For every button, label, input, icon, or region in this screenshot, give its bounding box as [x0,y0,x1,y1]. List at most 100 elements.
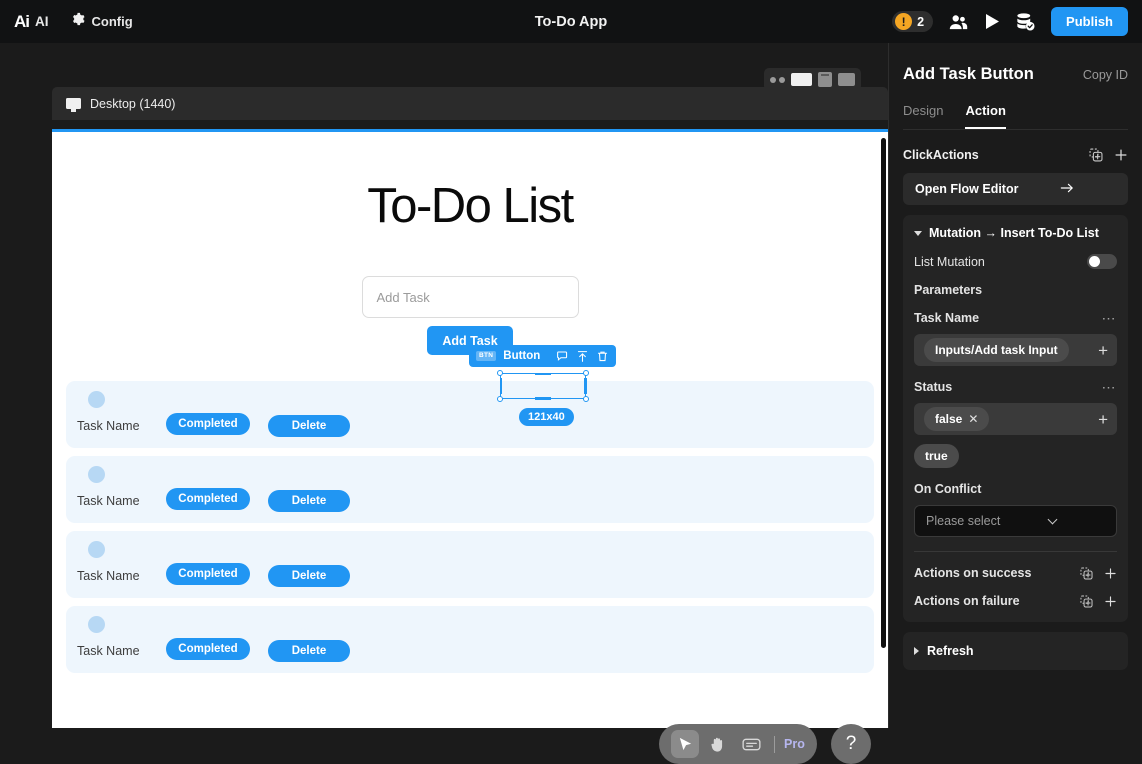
warning-count: 2 [917,14,925,29]
copy-id-button[interactable]: Copy ID [1083,68,1128,82]
resize-edge-top[interactable] [535,372,551,375]
topbar-left-group: Ai AI Config [0,12,133,32]
page-title: To-Do List [367,179,574,233]
resize-handle-bottom-left[interactable] [497,396,503,402]
phone-icon[interactable] [838,73,855,86]
task-name-row: Task Name ⋯ [914,311,1117,325]
status-field[interactable]: false ✕ + [914,403,1117,435]
avatar [88,616,105,633]
mutation-header[interactable]: Mutation → Insert To-Do List [914,226,1117,240]
dots-icon[interactable] [770,76,785,83]
desktop-icon[interactable] [791,73,812,86]
status-suggestion-chip[interactable]: true [914,444,959,468]
task-name-add-icon[interactable]: + [1098,342,1108,359]
arrow-up-icon[interactable] [576,350,589,363]
bottom-toolbar: Pro [659,724,817,764]
list-mutation-label: List Mutation [914,254,985,269]
refresh-header[interactable]: Refresh [914,644,1117,658]
artboard[interactable]: To-Do List Add Task Add Task Task Name C… [52,129,888,728]
panel-tabs: Design Action [903,103,1128,130]
tab-design[interactable]: Design [903,103,943,129]
refresh-card[interactable]: Refresh [903,632,1128,670]
frame-label[interactable]: Desktop (1440) [52,87,888,120]
open-flow-editor-button[interactable]: Open Flow Editor [903,173,1128,205]
app-logo[interactable]: Ai AI [14,12,49,32]
on-conflict-label: On Conflict [914,482,982,496]
completed-button[interactable]: Completed [166,638,250,660]
task-name-chip[interactable]: Inputs/Add task Input [924,338,1069,362]
help-button[interactable]: ? [831,724,871,764]
actions-on-success-label: Actions on success [914,566,1032,580]
warning-icon: ! [895,13,913,30]
resize-edge-right[interactable] [584,378,587,394]
plus-icon[interactable] [1104,567,1117,580]
chevron-right-icon [914,647,919,655]
comment-box-icon[interactable] [737,730,765,758]
delete-button[interactable]: Delete [268,565,350,587]
task-name-field[interactable]: Inputs/Add task Input + [914,334,1117,366]
completed-button[interactable]: Completed [166,488,250,510]
duplicate-icon[interactable] [1080,566,1093,580]
logo-mark-icon: Ai [14,11,30,31]
completed-button[interactable]: Completed [166,413,250,435]
delete-button[interactable]: Delete [268,490,350,512]
cursor-icon[interactable] [671,730,699,758]
publish-button[interactable]: Publish [1051,7,1128,36]
trash-icon[interactable] [596,350,609,363]
status-chip-label: false [935,412,963,426]
task-name-label: Task Name [914,311,980,325]
config-button[interactable]: Config [71,12,133,31]
resize-handle-top-left[interactable] [497,370,503,376]
warning-badge[interactable]: ! 2 [892,11,934,32]
task-name-label: Task Name [77,419,140,433]
on-conflict-select[interactable]: Please select [914,505,1117,537]
tab-action[interactable]: Action [965,103,1006,129]
task-row[interactable]: Task Name Completed Delete [66,606,874,673]
selection-box[interactable] [497,370,589,402]
gear-icon [71,12,85,31]
avatar [88,391,105,408]
tablet-icon[interactable] [818,72,832,87]
completed-button[interactable]: Completed [166,563,250,585]
status-add-icon[interactable]: + [1098,411,1108,428]
status-more-icon[interactable]: ⋯ [1102,380,1118,394]
resize-edge-bottom[interactable] [535,397,551,400]
on-conflict-row: On Conflict [914,482,1117,496]
play-icon[interactable] [984,13,1000,30]
selection-type-label: Button [503,350,541,362]
resize-handle-top-right[interactable] [583,370,589,376]
canvas-scrollbar[interactable] [881,138,886,648]
list-mutation-toggle[interactable] [1087,254,1117,269]
comment-icon[interactable] [556,350,569,363]
click-actions-title: ClickActions [903,148,979,162]
duplicate-icon[interactable] [1089,148,1103,162]
hand-icon[interactable] [704,730,732,758]
top-bar: Ai AI Config To-Do App ! 2 Publish [0,0,1142,43]
status-row: Status ⋯ [914,380,1117,394]
task-name-label: Task Name [77,644,140,658]
pro-label[interactable]: Pro [784,737,805,751]
monitor-icon [66,98,81,112]
plus-icon[interactable] [1104,595,1117,608]
add-task-input[interactable]: Add Task [361,276,579,318]
task-name-more-icon[interactable]: ⋯ [1102,311,1118,325]
button-type-icon: BTN [476,350,497,362]
flow-editor-label: Open Flow Editor [915,182,1019,196]
selection-toolbar: BTN Button [469,345,616,367]
plus-icon[interactable] [1114,148,1128,162]
resize-edge-left[interactable] [499,378,502,394]
mutation-title: Mutation → Insert To-Do List [929,226,1099,240]
people-icon[interactable] [949,14,968,30]
task-row[interactable]: Task Name Completed Delete [66,456,874,523]
delete-button[interactable]: Delete [268,415,350,437]
database-check-icon[interactable] [1016,12,1035,31]
task-row[interactable]: Task Name Completed Delete [66,381,874,448]
list-mutation-row: List Mutation [914,254,1117,269]
resize-handle-bottom-right[interactable] [583,396,589,402]
task-row[interactable]: Task Name Completed Delete [66,531,874,598]
canvas-area[interactable]: Desktop (1440) To-Do List Add Task Add T… [0,43,888,764]
close-icon[interactable]: ✕ [968,412,978,426]
duplicate-icon[interactable] [1080,594,1093,608]
delete-button[interactable]: Delete [268,640,350,662]
status-chip[interactable]: false ✕ [924,407,990,431]
